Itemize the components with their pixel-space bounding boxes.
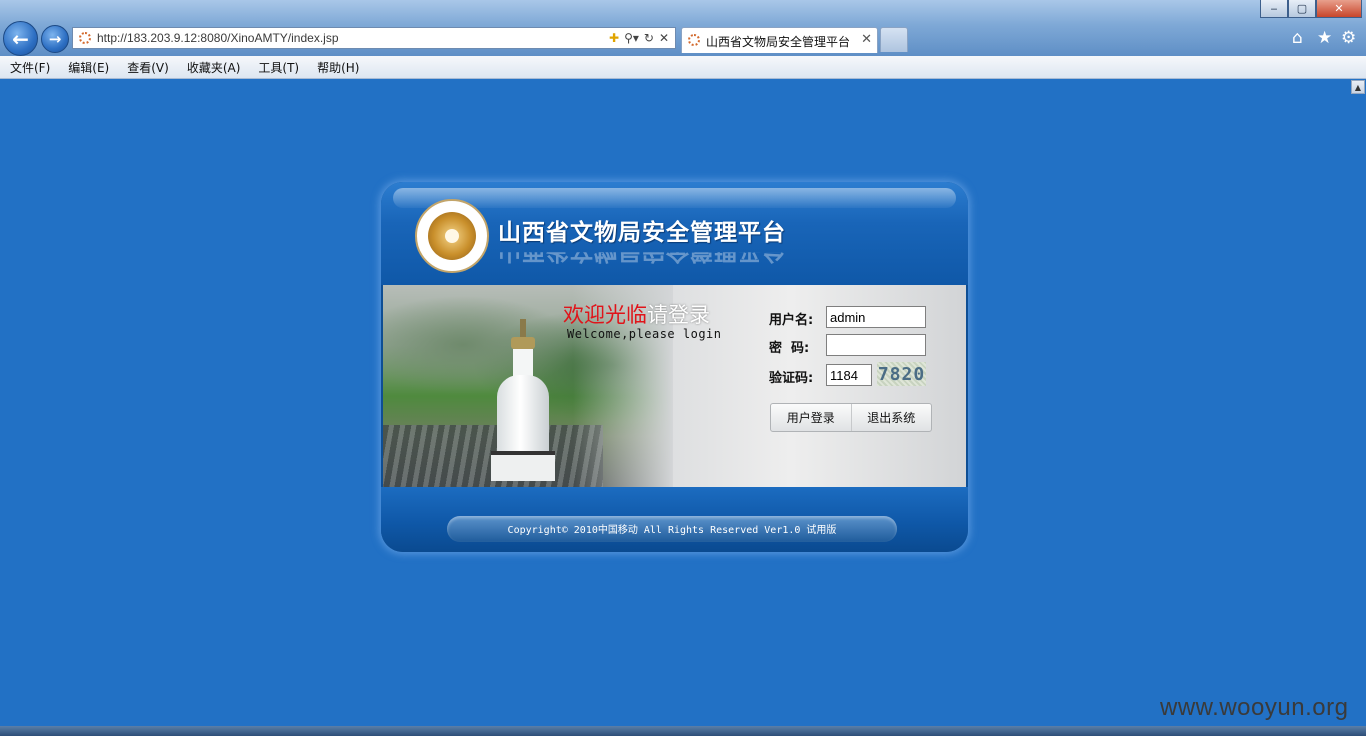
- maximize-icon[interactable]: ▢: [1288, 0, 1316, 18]
- captcha-label: 验证码:: [769, 371, 814, 386]
- close-icon[interactable]: ✕: [1316, 0, 1362, 18]
- new-tab-button[interactable]: [880, 27, 908, 52]
- windows-taskbar: [0, 726, 1366, 736]
- menu-tools[interactable]: 工具(T): [248, 59, 307, 76]
- login-button[interactable]: 用户登录: [771, 404, 851, 431]
- login-panel: 山西省文物局安全管理平台 山西省文物局安全管理平台 欢迎光临请登录 Welcom…: [381, 182, 968, 552]
- captcha-image[interactable]: 7820: [877, 362, 926, 386]
- watermark-text: www.wooyun.org: [1160, 694, 1349, 721]
- login-panel-footer: Copyright© 2010中国移动 All Rights Reserved …: [381, 487, 968, 552]
- menu-help[interactable]: 帮助(H): [307, 59, 367, 76]
- platform-title: 山西省文物局安全管理平台: [498, 220, 786, 246]
- forward-arrow-icon[interactable]: →: [41, 25, 69, 53]
- tab-active[interactable]: 山西省文物局安全管理平台 ✕: [681, 27, 878, 53]
- refresh-icon[interactable]: ↻: [644, 30, 654, 46]
- login-button-group: 用户登录 退出系统: [770, 403, 932, 432]
- address-bar-icons: ✚ ⚲▾ ↻ ✕: [609, 30, 669, 46]
- white-pagoda-image: [491, 319, 555, 481]
- password-label: 密 码:: [769, 341, 810, 356]
- menu-file[interactable]: 文件(F): [0, 59, 58, 76]
- cultural-heritage-logo: [415, 199, 489, 273]
- welcome-heading: 欢迎光临请登录: [563, 299, 710, 329]
- username-label: 用户名:: [769, 313, 814, 328]
- browser-title-bar: ‒ ▢ ✕ ← → http://183.203.9.12:8080/XinoA…: [0, 0, 1366, 56]
- page-favicon-icon: [79, 32, 91, 44]
- settings-gear-icon[interactable]: ⚙: [1341, 28, 1356, 48]
- menu-favorites[interactable]: 收藏夹(A): [177, 59, 249, 76]
- welcome-red-text: 欢迎光临: [563, 303, 647, 327]
- tab-favicon-icon: [688, 34, 700, 46]
- window-controls: ‒ ▢ ✕: [1260, 0, 1362, 18]
- password-input[interactable]: [826, 334, 926, 356]
- header-gloss: [393, 188, 956, 208]
- copyright-bar: Copyright© 2010中国移动 All Rights Reserved …: [447, 516, 897, 542]
- address-bar[interactable]: http://183.203.9.12:8080/XinoAMTY/index.…: [72, 27, 676, 49]
- login-panel-header: 山西省文物局安全管理平台 山西省文物局安全管理平台: [381, 182, 968, 285]
- logo-emblem-icon: [428, 212, 476, 260]
- welcome-english: Welcome,please login: [567, 327, 722, 341]
- tab-title: 山西省文物局安全管理平台: [706, 35, 851, 49]
- stop-icon[interactable]: ✕: [659, 30, 669, 46]
- tab-close-icon[interactable]: ✕: [861, 32, 872, 47]
- scroll-up-arrow-icon[interactable]: ▲: [1351, 80, 1365, 94]
- exit-button[interactable]: 退出系统: [850, 404, 932, 431]
- search-icon[interactable]: ⚲▾: [624, 30, 639, 46]
- home-icon[interactable]: ⌂: [1292, 28, 1303, 48]
- menu-view[interactable]: 查看(V): [117, 59, 177, 76]
- captcha-input[interactable]: [826, 364, 872, 386]
- copyright-text: Copyright© 2010中国移动 All Rights Reserved …: [507, 525, 837, 536]
- menu-bar: 文件(F) 编辑(E) 查看(V) 收藏夹(A) 工具(T) 帮助(H): [0, 56, 1366, 79]
- compatibility-icon[interactable]: ✚: [609, 30, 619, 46]
- logo-center: [445, 229, 459, 243]
- favorites-star-icon[interactable]: ★: [1317, 28, 1332, 48]
- menu-edit[interactable]: 编辑(E): [58, 59, 117, 76]
- minimize-icon[interactable]: ‒: [1260, 0, 1288, 18]
- username-input[interactable]: [826, 306, 926, 328]
- url-text[interactable]: http://183.203.9.12:8080/XinoAMTY/index.…: [97, 31, 339, 45]
- welcome-white-text: 请登录: [647, 303, 710, 327]
- back-arrow-icon[interactable]: ←: [3, 21, 38, 56]
- login-panel-body: 欢迎光临请登录 Welcome,please login 用户名: 密 码: 验…: [383, 285, 966, 487]
